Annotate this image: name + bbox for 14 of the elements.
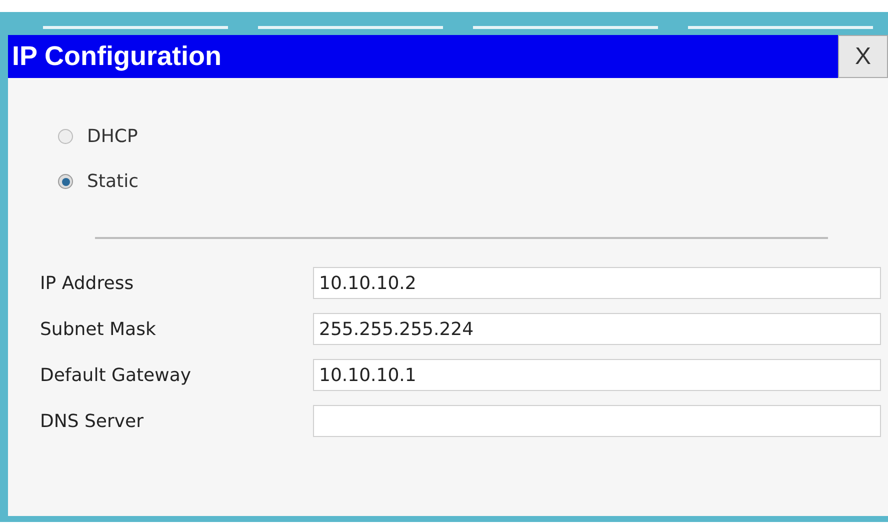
field-label: Subnet Mask [40,318,157,342]
radio-button[interactable] [58,174,73,189]
close-button[interactable]: X [838,35,888,78]
radio-label: DHCP [87,125,138,149]
input-field[interactable] [313,405,881,437]
radio-button[interactable] [58,129,73,144]
radio-label: Static [87,170,138,194]
field-label: Default Gateway [40,364,192,388]
input-field[interactable]: 10.10.10.2 [313,267,881,299]
field-label: IP Address [40,272,135,296]
field-label: DNS Server [40,410,144,434]
window-title: IP Configuration [8,35,838,78]
input-field[interactable]: 10.10.10.1 [313,359,881,391]
input-field[interactable]: 255.255.255.224 [313,313,881,345]
